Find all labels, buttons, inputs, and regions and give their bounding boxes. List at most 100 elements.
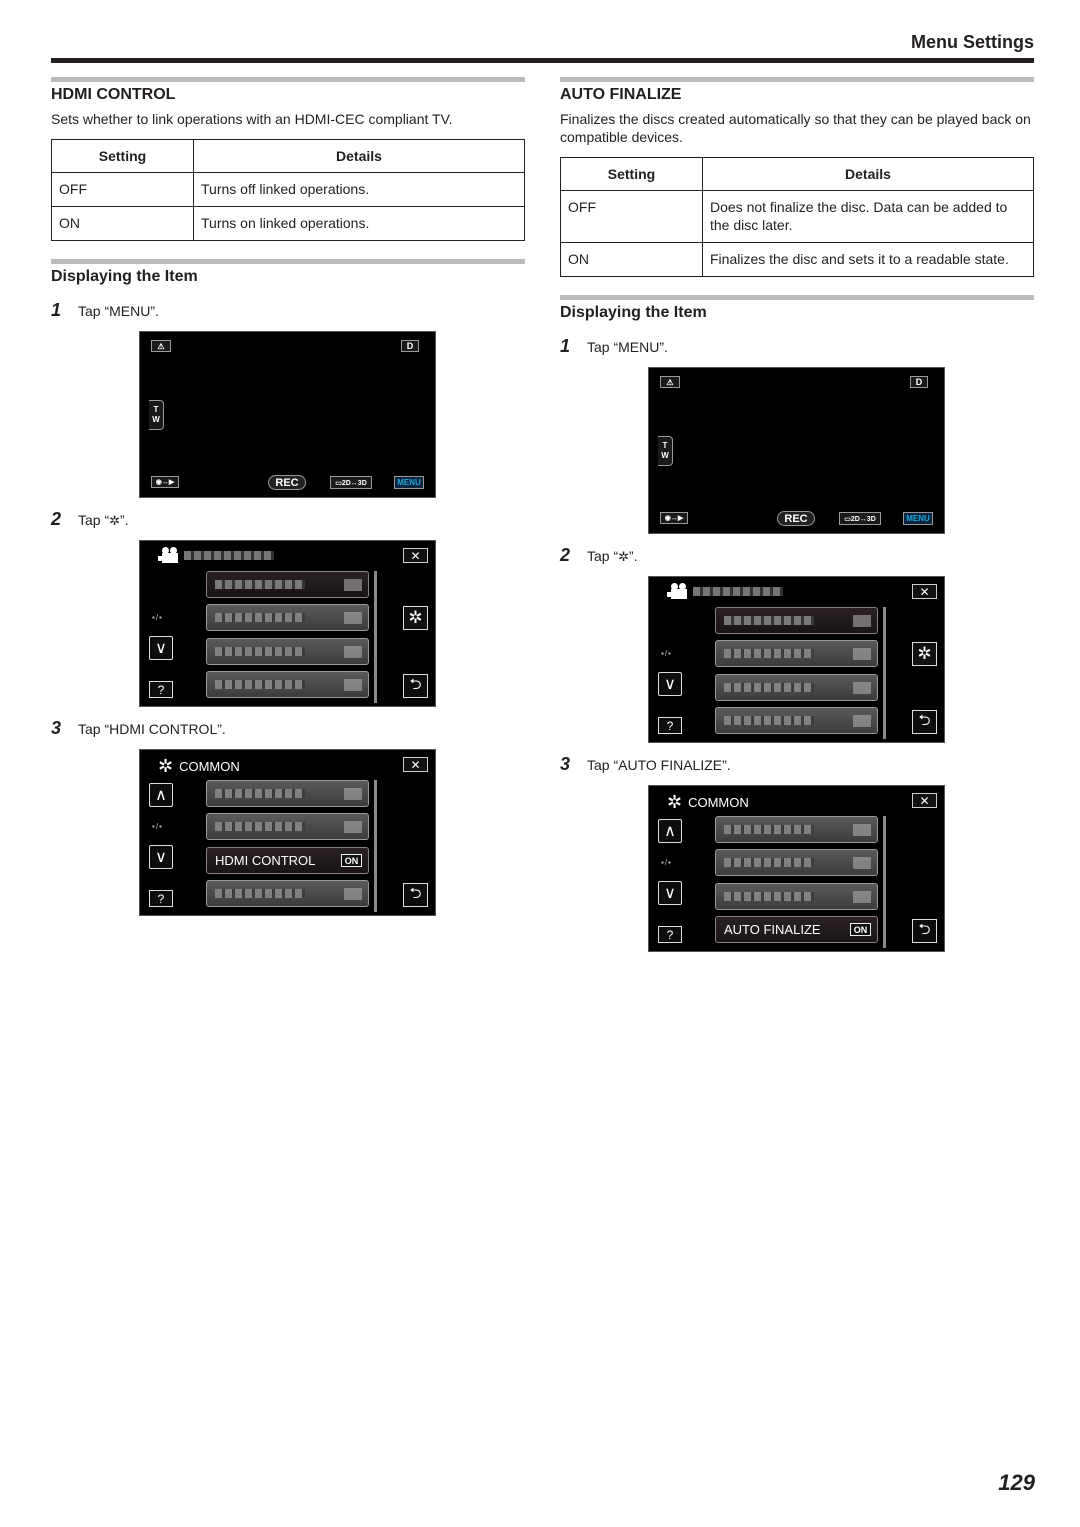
menu-header-title: COMMON [179,759,240,774]
step-3: 3 Tap “AUTO FINALIZE”. [560,754,1034,777]
step-text: Tap “MENU”. [78,303,159,319]
video-camera-icon [158,547,178,563]
section-bar [51,77,525,82]
2d-3d-button[interactable]: ▭2D↔3D [330,476,372,489]
back-button[interactable]: ⮌ [403,674,428,698]
scrollbar[interactable] [374,571,377,703]
playback-mode-button[interactable]: ◉↔▶ [151,476,179,488]
scene-icon[interactable]: ⚠ [660,376,680,388]
menu-item[interactable] [715,607,878,634]
close-button[interactable]: ✕ [403,548,428,563]
scrollbar[interactable] [883,607,886,739]
details-cell: Turns on linked operations. [193,206,525,241]
step-text: Tap “✲”. [78,512,129,528]
menu-item[interactable] [715,883,878,910]
table-row: ON Turns on linked operations. [51,206,525,241]
table-header-row: Setting Details [560,157,1034,191]
rec-button[interactable]: REC [268,475,306,490]
menu-item[interactable] [206,880,369,907]
step-1: 1 Tap “MENU”. [51,300,525,323]
zoom-button[interactable]: TW [658,436,673,466]
menu-item[interactable] [715,707,878,734]
menu-item-hdmi-control[interactable]: HDMI CONTROL ON [206,847,369,874]
back-button[interactable]: ⮌ [912,919,937,943]
zoom-w: W [152,415,160,424]
section-bar [560,77,1034,82]
header-details: Details [193,139,525,173]
menu-item[interactable] [715,674,878,701]
menu-button[interactable]: MENU [394,476,424,489]
step-number: 2 [51,509,62,529]
help-button[interactable]: ? [658,717,682,734]
scroll-down-button[interactable]: ∨ [149,845,173,869]
setting-cell: OFF [560,190,703,243]
menu-item[interactable] [206,671,369,698]
page-indicator: ▪/▪ [661,858,672,867]
menu-item[interactable] [715,640,878,667]
scroll-up-button[interactable]: ∧ [658,819,682,843]
scene-icon[interactable]: ⚠ [151,340,171,352]
scroll-down-button[interactable]: ∨ [658,881,682,905]
page-header-title: Menu Settings [910,32,1034,52]
scroll-down-button[interactable]: ∨ [658,672,682,696]
setting-cell: ON [51,206,194,241]
menu-header: ✲ COMMON [667,792,749,813]
common-settings-button[interactable]: ✲ [912,642,937,666]
menu-item[interactable] [206,780,369,807]
live-view-screen: ⚠ D TW ◉↔▶ REC ▭2D↔3D MENU [648,367,945,534]
step-number: 1 [560,336,571,356]
setting-cell: ON [560,242,703,277]
close-button[interactable]: ✕ [912,584,937,599]
menu-button[interactable]: MENU [903,512,933,525]
2d-3d-button[interactable]: ▭2D↔3D [839,512,881,525]
page-indicator: ▪/▪ [152,613,163,622]
table-row: OFF Does not finalize the disc. Data can… [560,190,1034,243]
settings-table: Setting Details OFF Does not finalize th… [560,157,1034,277]
help-button[interactable]: ? [658,926,682,943]
step-text: Tap “MENU”. [587,339,668,355]
step-number: 1 [51,300,62,320]
header-rule [51,58,1034,63]
step-text: Tap “HDMI CONTROL”. [78,721,226,737]
menu-item-auto-finalize[interactable]: AUTO FINALIZE ON [715,916,878,943]
scroll-up-button[interactable]: ∧ [149,783,173,807]
menu-item[interactable] [206,638,369,665]
step-number: 2 [560,545,571,565]
gear-icon: ✲ [408,608,423,627]
menu-item[interactable] [206,813,369,840]
menu-header [667,583,783,599]
table-row: OFF Turns off linked operations. [51,172,525,207]
menu-item[interactable] [206,571,369,598]
close-button[interactable]: ✕ [912,793,937,808]
step-number: 3 [51,718,62,738]
menu-item[interactable] [715,849,878,876]
video-camera-icon [667,583,687,599]
details-cell: Turns off linked operations. [193,172,525,207]
menu-item-label: HDMI CONTROL [215,853,316,868]
menu-item[interactable] [206,604,369,631]
back-button[interactable]: ⮌ [912,710,937,734]
blurred-title [184,550,274,560]
close-button[interactable]: ✕ [403,757,428,772]
header-details: Details [702,157,1034,191]
help-button[interactable]: ? [149,890,173,907]
menu-item[interactable] [715,816,878,843]
subsection-bar [560,295,1034,300]
table-header-row: Setting Details [51,139,525,173]
back-button[interactable]: ⮌ [403,883,428,907]
zoom-button[interactable]: TW [149,400,164,430]
auto-finalize-column: AUTO FINALIZE Finalizes the discs create… [560,77,1034,952]
common-settings-button[interactable]: ✲ [403,606,428,630]
scroll-down-button[interactable]: ∨ [149,636,173,660]
display-button[interactable]: D [910,376,928,388]
scrollbar[interactable] [883,816,886,948]
help-button[interactable]: ? [149,681,173,698]
gear-icon: ✲ [917,644,932,663]
playback-mode-button[interactable]: ◉↔▶ [660,512,688,524]
rec-button[interactable]: REC [777,511,815,526]
gear-icon: ✲ [109,513,121,528]
scrollbar[interactable] [374,780,377,912]
step-text: Tap “✲”. [587,548,638,564]
display-button[interactable]: D [401,340,419,352]
gear-icon: ✲ [667,792,683,812]
